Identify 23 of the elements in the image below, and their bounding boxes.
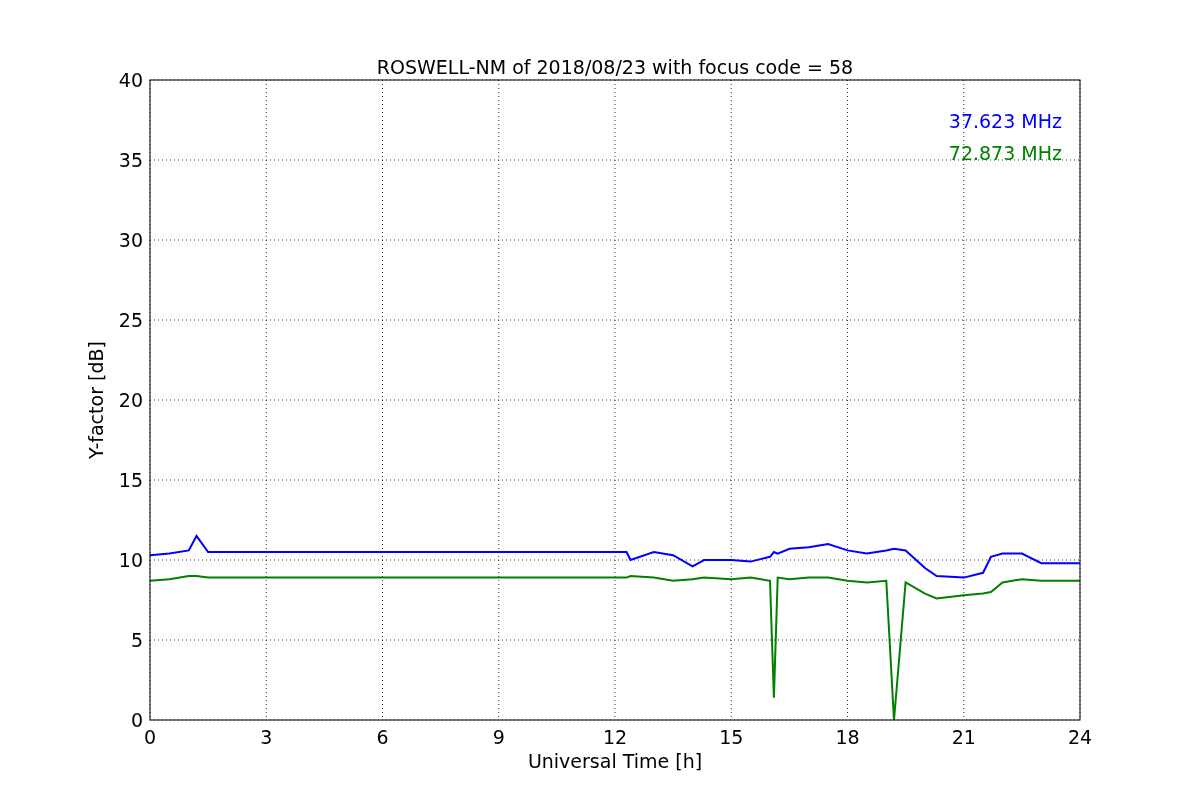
tick-label: 6 (376, 726, 389, 748)
tick-label: 18 (835, 726, 860, 748)
legend-label: 37.623 MHz (948, 110, 1062, 132)
tick-label: 24 (1067, 726, 1093, 748)
tick-label: 30 (118, 229, 143, 251)
x-axis-label: Universal Time [h] (526, 750, 704, 772)
tick-label: 12 (602, 726, 628, 748)
tick-label: 21 (951, 726, 976, 748)
tick-label: 0 (143, 726, 157, 748)
tick-label: 15 (118, 469, 143, 491)
tick-label: 9 (492, 726, 505, 748)
tick-label: 40 (118, 69, 143, 91)
tick-label: 15 (719, 726, 744, 748)
tick-label: 20 (118, 389, 143, 411)
tick-label: 0 (130, 709, 143, 731)
tick-label: 35 (118, 149, 143, 171)
tick-label: 3 (260, 726, 273, 748)
y-axis-label: Y-factor [dB] (84, 341, 108, 459)
tick-label: 25 (118, 309, 143, 331)
tick-label: 10 (118, 549, 143, 571)
tick-label: 5 (130, 629, 143, 651)
chart-title: ROSWELL-NM of 2018/08/23 with focus code = 58 (375, 55, 855, 80)
legend-label: 72.873 MHz (948, 142, 1062, 164)
